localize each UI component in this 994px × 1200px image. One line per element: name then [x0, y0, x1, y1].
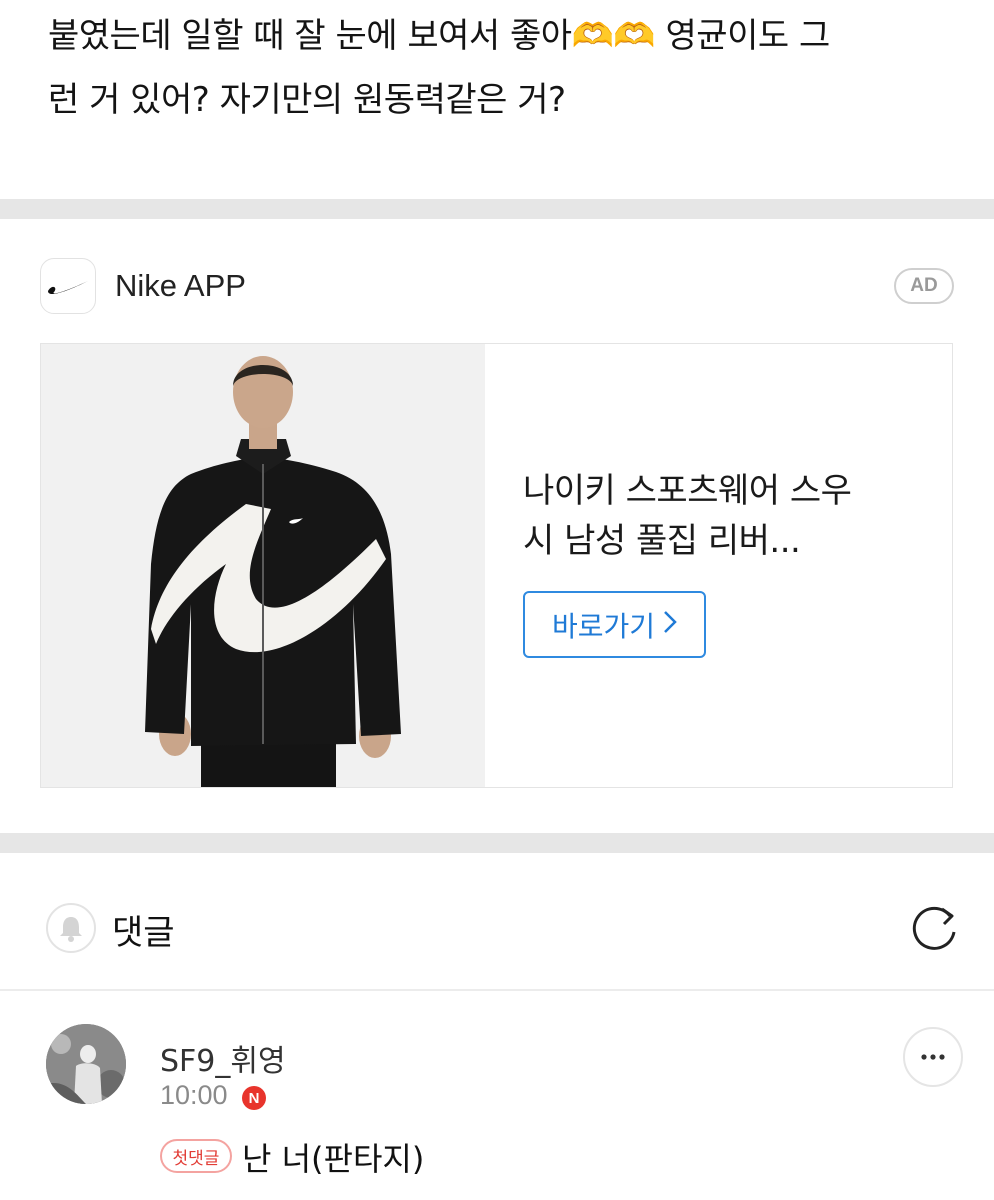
new-badge: N — [242, 1086, 266, 1110]
more-icon[interactable] — [903, 1027, 963, 1087]
ad-badge: AD — [894, 268, 954, 304]
comment-item: SF9_휘영 10:00 N 첫댓글 난 너(판타지) — [0, 1020, 994, 1200]
go-button-label: 바로가기 — [551, 609, 656, 643]
ad-product-title-line: 나이키 스포츠웨어 스우 — [523, 471, 852, 511]
section-divider — [0, 199, 994, 219]
ad-product-title-line: 시 남성 풀집 리버... — [523, 521, 801, 561]
ad-header: Nike APP AD — [40, 258, 954, 318]
comment-text: 난 너(판타지) — [242, 1140, 425, 1178]
ad-brand-name[interactable]: Nike APP — [115, 268, 246, 304]
comment-timestamp: 10:00 — [160, 1080, 228, 1110]
chevron-right-icon — [663, 608, 677, 641]
comments-title: 댓글 — [112, 913, 175, 953]
comments-header: 댓글 — [0, 895, 994, 959]
post-body: 붙였는데 일할 때 잘 눈에 보여서 좋아🫶🫶 영균이도 그 런 거 있어? 자… — [48, 4, 958, 132]
section-divider — [0, 833, 994, 853]
go-button[interactable]: 바로가기 — [523, 591, 706, 658]
ad-product-title[interactable]: 나이키 스포츠웨어 스우 시 남성 풀집 리버... — [523, 466, 923, 566]
nike-logo-icon[interactable] — [40, 258, 96, 314]
bell-icon[interactable] — [46, 903, 96, 953]
refresh-icon[interactable] — [906, 900, 962, 956]
post-body-line: 붙였는데 일할 때 잘 눈에 보여서 좋아🫶🫶 영균이도 그 — [48, 16, 830, 56]
ad-card[interactable]: 나이키 스포츠웨어 스우 시 남성 풀집 리버... 바로가기 — [40, 343, 953, 788]
product-image[interactable] — [41, 344, 485, 787]
comments-divider — [0, 989, 994, 991]
post-body-line: 런 거 있어? 자기만의 원동력같은 거? — [48, 80, 566, 120]
first-comment-badge: 첫댓글 — [160, 1139, 232, 1173]
comment-username[interactable]: SF9_휘영 — [160, 1036, 286, 1080]
avatar[interactable] — [46, 1024, 126, 1104]
